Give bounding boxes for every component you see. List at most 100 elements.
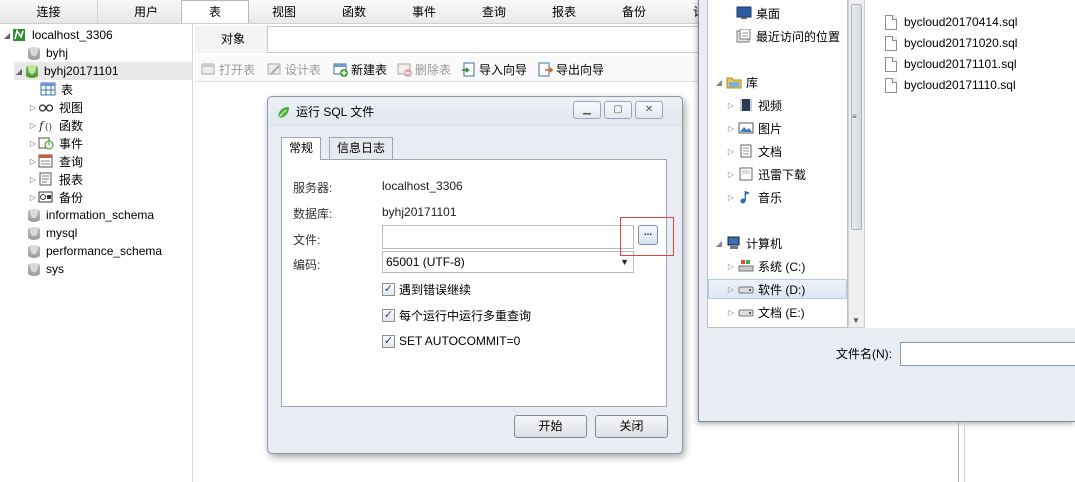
import-wizard-button[interactable]: 导入向导 bbox=[461, 60, 527, 78]
system-drive-icon bbox=[738, 260, 754, 272]
file-name: bycloud20171020.sql bbox=[904, 36, 1018, 50]
nav-videos[interactable]: ▷ 视频 bbox=[708, 95, 847, 115]
expand-arrow-icon[interactable]: ▷ bbox=[726, 285, 736, 294]
nav-pictures[interactable]: ▷ 图片 bbox=[708, 118, 847, 138]
menu-backup[interactable]: 备份 bbox=[609, 0, 659, 24]
option-continue-on-error[interactable]: ✓ 遇到错误继续 bbox=[382, 281, 471, 297]
nav-label: 系统 (C:) bbox=[758, 259, 806, 274]
file-item[interactable]: bycloud20171020.sql bbox=[885, 34, 1017, 52]
nav-documents[interactable]: ▷ 文档 bbox=[708, 141, 847, 161]
tree-item-tables[interactable]: 表 bbox=[40, 80, 73, 98]
tab-general[interactable]: 常规 bbox=[281, 137, 322, 160]
close-window-button[interactable]: ✕ bbox=[635, 101, 663, 119]
tree-database-information-schema[interactable]: information_schema bbox=[26, 206, 154, 224]
expand-arrow-icon[interactable]: ▷ bbox=[726, 101, 736, 110]
database-icon bbox=[28, 208, 40, 222]
checkbox-checked[interactable]: ✓ bbox=[382, 282, 395, 296]
nav-recent-places[interactable]: 最近访问的位置 bbox=[708, 26, 847, 46]
expand-arrow-icon[interactable]: ▷ bbox=[28, 193, 38, 202]
menu-event[interactable]: 事件 bbox=[399, 0, 449, 24]
pictures-icon bbox=[738, 122, 754, 134]
filename-input[interactable] bbox=[900, 342, 1075, 366]
nav-drive-d[interactable]: ▷ 软件 (D:) bbox=[708, 279, 847, 299]
expand-arrow-icon[interactable]: ▷ bbox=[28, 103, 38, 112]
tree-item-label: 备份 bbox=[59, 190, 84, 205]
tree-database-label: information_schema bbox=[46, 208, 155, 222]
menu-function[interactable]: 函数 bbox=[329, 0, 379, 24]
expand-arrow-icon[interactable]: ◢ bbox=[2, 31, 12, 40]
run-sql-file-dialog: 运行 SQL 文件 ▁ ▢ ✕ 常规 信息日志 服务器: localhost_3… bbox=[267, 96, 683, 454]
nav-thunder-downloads[interactable]: ▷ 迅雷下载 bbox=[708, 164, 847, 184]
expand-arrow-icon[interactable]: ▷ bbox=[28, 139, 38, 148]
delete-table-button[interactable]: 删除表 bbox=[397, 60, 451, 78]
start-button[interactable]: 开始 bbox=[514, 415, 587, 438]
checkbox-checked[interactable]: ✓ bbox=[382, 308, 395, 322]
nav-desktop[interactable]: 桌面 bbox=[708, 3, 847, 23]
expand-arrow-icon[interactable]: ▷ bbox=[726, 262, 736, 271]
file-item[interactable]: bycloud20171101.sql bbox=[885, 55, 1017, 73]
nav-drive-c[interactable]: ▷ 系统 (C:) bbox=[708, 256, 847, 276]
expand-arrow-icon[interactable]: ▷ bbox=[28, 121, 38, 130]
maximize-button[interactable]: ▢ bbox=[604, 101, 632, 119]
new-table-button[interactable]: 新建表 bbox=[333, 60, 387, 78]
navigation-scrollbar[interactable]: ≡ ▼ bbox=[848, 0, 865, 328]
encoding-select[interactable]: 65001 (UTF-8) ▼ bbox=[382, 251, 634, 273]
scroll-grip-icon: ≡ bbox=[852, 112, 857, 121]
close-button[interactable]: 关闭 bbox=[595, 415, 668, 438]
expand-arrow-icon[interactable]: ▷ bbox=[28, 175, 38, 184]
nav-drive-e[interactable]: ▷ 文档 (E:) bbox=[708, 302, 847, 322]
tree-item-queries[interactable]: ▷ 查询 bbox=[28, 152, 83, 170]
menu-view[interactable]: 视图 bbox=[259, 0, 309, 24]
expand-arrow-icon[interactable]: ▷ bbox=[726, 147, 736, 156]
tree-database-performance-schema[interactable]: performance_schema bbox=[26, 242, 162, 260]
expand-arrow-icon[interactable]: ▷ bbox=[28, 157, 38, 166]
menu-table[interactable]: 表 bbox=[181, 0, 249, 23]
tree-database-mysql[interactable]: mysql bbox=[26, 224, 77, 242]
open-table-button[interactable]: 打开表 bbox=[201, 60, 255, 78]
tree-database-sys[interactable]: sys bbox=[26, 260, 64, 278]
option-autocommit[interactable]: ✓ SET AUTOCOMMIT=0 bbox=[382, 333, 520, 349]
menu-report[interactable]: 报表 bbox=[539, 0, 589, 24]
expand-arrow-icon[interactable]: ▷ bbox=[726, 308, 736, 317]
tree-item-label: 函数 bbox=[59, 118, 84, 133]
tree-item-functions[interactable]: ▷ f() 函数 bbox=[28, 116, 83, 134]
expand-arrow-icon[interactable]: ▷ bbox=[726, 193, 736, 202]
tab-message-log[interactable]: 信息日志 bbox=[329, 137, 394, 159]
checkbox-checked[interactable]: ✓ bbox=[382, 334, 395, 348]
file-item[interactable]: bycloud20171110.sql bbox=[885, 76, 1016, 94]
recent-places-icon bbox=[736, 29, 751, 43]
tree-item-views[interactable]: ▷ 视图 bbox=[28, 98, 83, 116]
tab-connections[interactable]: 连接 bbox=[0, 0, 97, 23]
tree-item-reports[interactable]: ▷ 报表 bbox=[28, 170, 83, 188]
expand-arrow-icon[interactable]: ▷ bbox=[726, 124, 736, 133]
import-wizard-label: 导入向导 bbox=[479, 62, 528, 77]
menu-query[interactable]: 查询 bbox=[469, 0, 519, 24]
export-wizard-button[interactable]: 导出向导 bbox=[538, 60, 604, 78]
tree-database-byhj[interactable]: byhj bbox=[26, 44, 68, 62]
new-table-label: 新建表 bbox=[351, 62, 388, 77]
tree-database-byhj20171101[interactable]: ◢ byhj20171101 bbox=[14, 62, 192, 80]
option-label: 每个运行中运行多重查询 bbox=[399, 308, 532, 323]
expand-arrow-icon[interactable]: ◢ bbox=[14, 67, 24, 76]
expand-arrow-icon[interactable]: ◢ bbox=[714, 239, 724, 248]
object-filter-field[interactable] bbox=[267, 26, 707, 53]
nav-libraries[interactable]: ◢ 库 bbox=[708, 72, 847, 92]
tree-item-backups[interactable]: ▷ 备份 bbox=[28, 188, 83, 206]
minimize-button[interactable]: ▁ bbox=[573, 101, 601, 119]
tree-connection[interactable]: ◢ localhost_3306 bbox=[2, 26, 113, 44]
design-table-button[interactable]: 设计表 bbox=[267, 60, 321, 78]
expand-arrow-icon[interactable]: ◢ bbox=[714, 78, 724, 87]
dialog-titlebar[interactable]: 运行 SQL 文件 ▁ ▢ ✕ bbox=[268, 97, 682, 127]
nav-computer[interactable]: ◢ 计算机 bbox=[708, 233, 847, 253]
scroll-down-arrow-icon[interactable]: ▼ bbox=[852, 316, 860, 325]
tree-database-label: sys bbox=[46, 262, 64, 276]
mysql-connection-icon bbox=[13, 29, 25, 41]
nav-music[interactable]: ▷ 音乐 bbox=[708, 187, 847, 207]
file-icon bbox=[885, 14, 897, 30]
file-item[interactable]: bycloud20170414.sql bbox=[885, 13, 1017, 31]
option-multiple-queries[interactable]: ✓ 每个运行中运行多重查询 bbox=[382, 307, 531, 323]
expand-arrow-icon[interactable]: ▷ bbox=[726, 170, 736, 179]
file-path-input[interactable] bbox=[382, 225, 634, 249]
delete-table-icon bbox=[397, 63, 412, 77]
tree-item-events[interactable]: ▷ 事件 bbox=[28, 134, 83, 152]
